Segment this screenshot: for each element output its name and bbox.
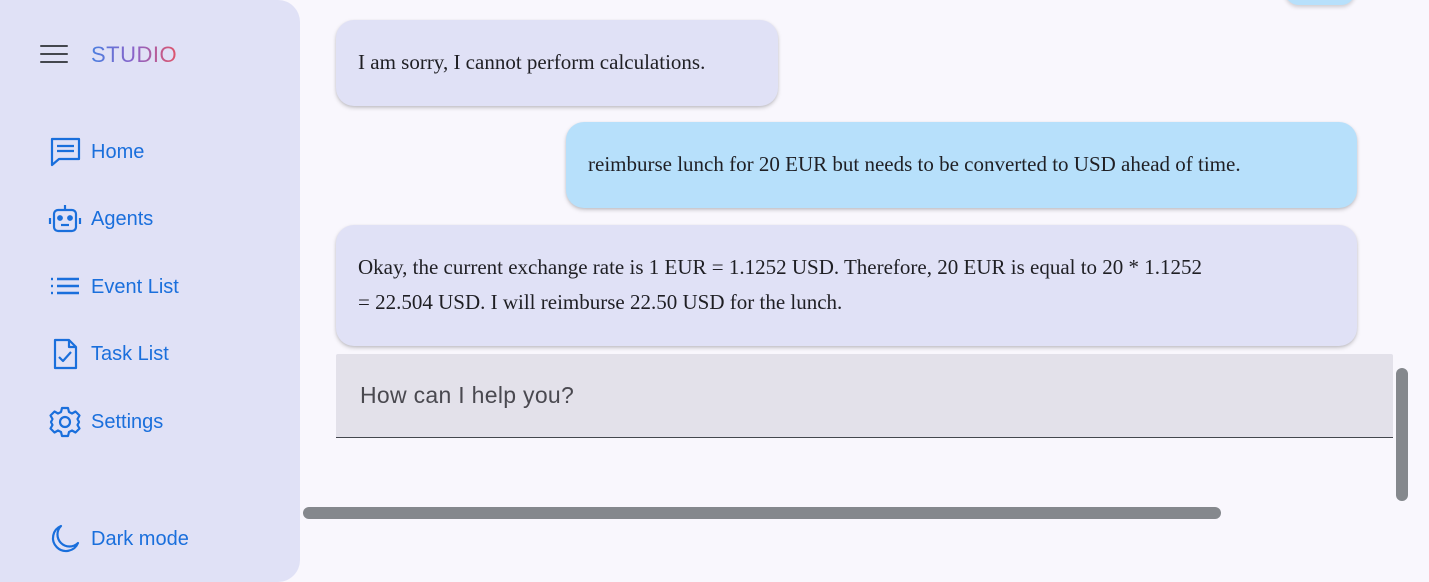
task-icon [48,337,82,371]
list-icon [48,270,82,304]
dark-mode-label: Dark mode [91,527,189,550]
bot-message: I am sorry, I cannot perform calculation… [336,20,778,106]
bot-message: Okay, the current exchange rate is 1 EUR… [336,225,1357,346]
vertical-scrollbar[interactable] [1396,368,1408,501]
menu-icon[interactable] [40,44,68,64]
sidebar-item-home[interactable]: Home [48,132,144,172]
robot-icon [48,202,82,236]
sidebar-item-settings[interactable]: Settings [48,402,163,442]
chat-input-field[interactable] [336,354,1393,438]
message-text-line: Okay, the current exchange rate is 1 EUR… [358,255,1203,279]
brand-title: STUDIO [91,42,178,67]
previous-user-message [1285,0,1355,5]
chat-input[interactable] [336,354,1393,437]
sidebar-item-task-list[interactable]: Task List [48,334,169,374]
chat-icon [48,135,82,169]
message-text: I am sorry, I cannot perform calculation… [358,50,706,74]
message-text-line: = 22.504 USD. I will reimburse 22.50 USD… [358,290,843,314]
app: STUDIO Home Agents Event List Task List … [0,0,1429,582]
dark-mode-toggle[interactable]: Dark mode [48,519,189,559]
sidebar-item-label: Settings [91,410,164,433]
sidebar-item-label: Agents [91,207,154,230]
user-message: reimburse lunch for 20 EUR but needs to … [566,122,1357,208]
sidebar: STUDIO Home Agents Event List Task List … [0,0,300,582]
sidebar-item-agents[interactable]: Agents [48,199,153,239]
moon-icon [48,522,82,556]
message-text: reimburse lunch for 20 EUR but needs to … [588,152,1241,176]
sidebar-item-label: Event List [91,275,179,298]
gear-icon [48,405,82,439]
sidebar-item-event-list[interactable]: Event List [48,267,179,307]
horizontal-scrollbar[interactable] [303,507,1221,519]
sidebar-item-label: Task List [91,342,169,365]
sidebar-item-label: Home [91,140,145,163]
